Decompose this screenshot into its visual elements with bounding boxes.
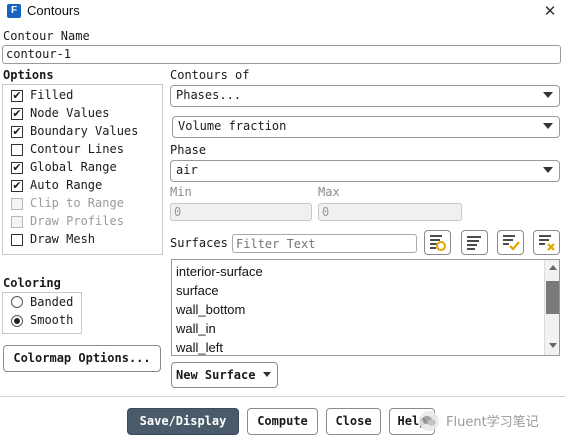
scrollbar-thumb[interactable] (546, 281, 559, 314)
checkbox-global-range[interactable]: ✔ (11, 162, 23, 174)
phase-dropdown[interactable]: air (170, 160, 560, 182)
fluent-app-icon: F (7, 4, 21, 18)
colormap-options-button[interactable]: Colormap Options... (3, 345, 161, 372)
banded-radio[interactable] (11, 296, 23, 308)
watermark-text: Fluent学习笔记 (446, 415, 539, 430)
checkbox-contour-lines[interactable] (11, 144, 23, 156)
checkmark-icon: ✔ (12, 89, 22, 102)
save-display-button[interactable]: Save/Display (127, 408, 239, 435)
list-surfaces-button[interactable] (461, 230, 488, 255)
quantity-value: Volume fraction (178, 119, 287, 133)
contour-name-label: Contour Name (3, 29, 90, 43)
deselect-surfaces-button[interactable] (533, 230, 560, 255)
option-label: Node Values (30, 106, 110, 120)
option-label: Auto Range (30, 178, 103, 192)
contours-of-quantity-dropdown[interactable]: Volume fraction (172, 116, 560, 138)
footer-separator (0, 396, 565, 397)
chevron-down-icon (543, 167, 553, 173)
surfaces-filter-input[interactable] (232, 234, 417, 253)
checkbox-auto-range[interactable]: ✔ (11, 180, 23, 192)
list-icon (467, 236, 481, 250)
category-value: Phases... (176, 88, 242, 102)
options-label: Options (3, 68, 54, 82)
checkbox-clip-to-range (11, 198, 23, 210)
window-title: Contours (27, 3, 80, 18)
title-bar (0, 0, 565, 24)
coloring-label: Coloring (3, 276, 61, 290)
chevron-down-icon (263, 372, 271, 377)
checkmark-icon: ✔ (12, 179, 22, 192)
list-item[interactable]: interior-surface (176, 264, 263, 279)
checkbox-filled[interactable]: ✔ (11, 90, 23, 102)
smooth-label: Smooth (30, 313, 74, 327)
close-button[interactable]: Close (326, 408, 381, 435)
list-item[interactable]: wall_left (176, 340, 223, 355)
banded-label: Banded (30, 295, 74, 309)
min-value: 0 (174, 205, 182, 219)
max-label: Max (318, 185, 340, 199)
checkbox-draw-mesh[interactable] (11, 234, 23, 246)
select-all-surfaces-button[interactable] (424, 230, 451, 255)
scroll-down-icon[interactable] (548, 342, 558, 350)
option-label: Boundary Values (30, 124, 139, 138)
checkbox-node-values[interactable]: ✔ (11, 108, 23, 120)
contours-of-label: Contours of (170, 68, 250, 82)
option-label: Clip to Range (30, 196, 124, 210)
surfaces-list[interactable]: interior-surface surface wall_bottom wal… (171, 259, 560, 356)
max-input: 0 (318, 203, 462, 221)
deselect-icon (539, 235, 555, 251)
list-item[interactable]: surface (176, 283, 219, 298)
chevron-down-icon (543, 92, 553, 98)
phase-value: air (176, 163, 198, 177)
option-label: Filled (30, 88, 74, 102)
new-surface-label: New Surface (176, 368, 256, 382)
surfaces-label: Surfaces (170, 236, 228, 250)
option-label: Draw Profiles (30, 214, 124, 228)
radio-selected-dot (14, 318, 20, 324)
chevron-down-icon (543, 123, 553, 129)
option-label: Global Range (30, 160, 117, 174)
surfaces-scrollbar[interactable] (544, 260, 559, 355)
checkmark-icon: ✔ (12, 161, 22, 174)
select-all-icon (430, 235, 446, 251)
scroll-up-icon[interactable] (548, 263, 558, 271)
phase-label: Phase (170, 143, 207, 157)
min-label: Min (170, 185, 192, 199)
new-surface-button[interactable]: New Surface (171, 362, 278, 388)
checkmark-icon: ✔ (12, 107, 22, 120)
option-label: Contour Lines (30, 142, 124, 156)
option-label: Draw Mesh (30, 232, 96, 246)
contours-of-category-dropdown[interactable]: Phases... (170, 85, 560, 107)
contour-name-input[interactable]: contour-1 (2, 45, 561, 64)
min-input: 0 (170, 203, 312, 221)
checkmark-icon: ✔ (12, 125, 22, 138)
compute-button[interactable]: Compute (247, 408, 318, 435)
check-list-icon (503, 235, 520, 251)
list-item[interactable]: wall_in (176, 321, 216, 336)
wechat-logo-icon (419, 411, 439, 431)
smooth-radio[interactable] (11, 315, 23, 327)
list-item[interactable]: wall_bottom (176, 302, 245, 317)
checkbox-draw-profiles (11, 216, 23, 228)
check-surfaces-button[interactable] (497, 230, 524, 255)
max-value: 0 (322, 205, 330, 219)
checkbox-boundary-values[interactable]: ✔ (11, 126, 23, 138)
close-icon[interactable]: ✕ (540, 1, 560, 21)
contour-name-value: contour-1 (6, 47, 72, 61)
